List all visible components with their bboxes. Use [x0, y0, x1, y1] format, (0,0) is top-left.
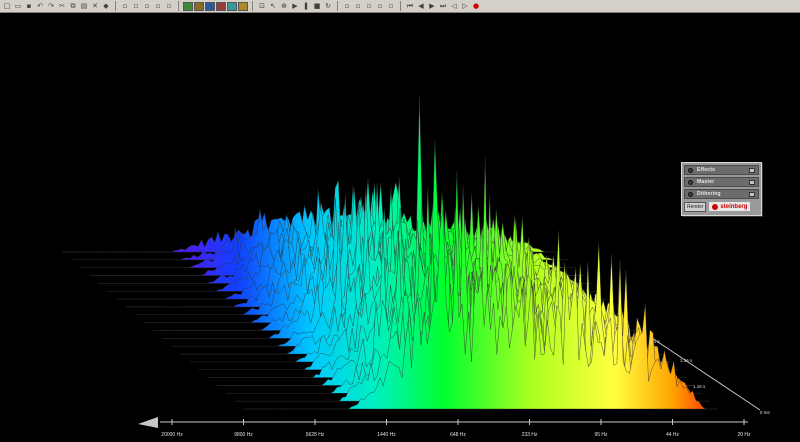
rewind-icon[interactable]: ◀ — [416, 2, 426, 11]
tool-4-icon[interactable]: ▫ — [375, 2, 385, 11]
dithering-knob-icon[interactable] — [749, 192, 755, 197]
frequency-tick-label: 20000 Hz — [161, 432, 183, 438]
dithering-led-icon[interactable] — [688, 191, 693, 197]
view-list-icon[interactable]: ▫ — [142, 2, 152, 11]
step-forward-icon[interactable]: ▷ — [460, 2, 470, 11]
time-tick-label: 1.16 s — [693, 384, 706, 389]
rewind-start-icon[interactable]: ⏮ — [405, 2, 415, 11]
steinberg-logo-icon — [712, 203, 719, 210]
save-icon[interactable]: ▪ — [24, 2, 34, 11]
copy-icon[interactable]: ⧉ — [68, 2, 78, 11]
master-label: Master — [697, 179, 715, 185]
zoom-icon[interactable]: ⊕ — [279, 2, 289, 11]
color-view-5-icon[interactable] — [227, 1, 237, 11]
redo-icon[interactable]: ↷ — [46, 2, 56, 11]
snapshot-icon[interactable]: ⊡ — [257, 2, 267, 11]
view-waveform-icon[interactable]: ▫ — [120, 2, 130, 11]
effects-row[interactable]: Effects — [684, 165, 759, 175]
spectrum-3d-plot: 20000 Hz 9800 Hz 5628 Hz 1440 Hz 648 Hz 233 H… — [62, 96, 771, 438]
master-row[interactable]: Master — [684, 177, 759, 187]
view-grid-icon[interactable]: ▫ — [153, 2, 163, 11]
toolbar: □ ▭ ▪ ↶ ↷ ✂ ⧉ ▤ ✕ ◆ ▫ ▫ ▫ ▫ ▫ ⊡ ↖ ⊕ ▶ ❚ ■ ↻ ▫ ▫ ▫ ▫ ▫ ⏮ ◀ ▶ ⏭ ◁ ▷ ● — [0, 0, 800, 13]
view-split-icon[interactable]: ▫ — [131, 2, 141, 11]
frequency-tick-label: 20 Hz — [737, 432, 751, 438]
master-knob-icon[interactable] — [749, 180, 755, 185]
record-icon[interactable]: ● — [471, 2, 481, 11]
step-back-icon[interactable]: ◁ — [449, 2, 459, 11]
color-view-3-icon[interactable] — [205, 1, 215, 11]
axis-arrow-icon — [138, 417, 158, 428]
dithering-row[interactable]: Dithering — [684, 189, 759, 199]
time-tick-label: 2.1 s — [650, 339, 661, 344]
frequency-tick-label: 233 Hz — [522, 432, 538, 438]
loop-icon[interactable]: ↻ — [323, 2, 333, 11]
render-panel: Effects Master Dithering Render steinber… — [681, 162, 762, 216]
dithering-label: Dithering — [697, 191, 721, 197]
stop-icon[interactable]: ■ — [312, 2, 322, 11]
frequency-tick-label: 44 Hz — [666, 432, 680, 438]
effects-knob-icon[interactable] — [749, 168, 755, 173]
frequency-tick-label: 9800 Hz — [234, 432, 253, 438]
marker-icon[interactable]: ◆ — [101, 2, 111, 11]
tool-3-icon[interactable]: ▫ — [364, 2, 374, 11]
frequency-tick-label: 95 Hz — [594, 432, 608, 438]
color-view-4-icon[interactable] — [216, 1, 226, 11]
frequency-tick-label: 1440 Hz — [377, 432, 396, 438]
play-icon[interactable]: ▶ — [290, 2, 300, 11]
master-led-icon[interactable] — [688, 179, 693, 185]
effects-led-icon[interactable] — [688, 167, 693, 173]
effects-label: Effects — [697, 167, 716, 173]
paste-icon[interactable]: ▤ — [79, 2, 89, 11]
undo-icon[interactable]: ↶ — [35, 2, 45, 11]
tool-2-icon[interactable]: ▫ — [353, 2, 363, 11]
steinberg-logo: steinberg — [709, 202, 751, 211]
frequency-tick-label: 5628 Hz — [306, 432, 325, 438]
color-view-1-icon[interactable] — [183, 1, 193, 11]
frequency-tick-label: 648 Hz — [450, 432, 466, 438]
color-view-6-icon[interactable] — [238, 1, 248, 11]
pause-icon[interactable]: ❚ — [301, 2, 311, 11]
color-view-2-icon[interactable] — [194, 1, 204, 11]
new-icon[interactable]: □ — [2, 2, 12, 11]
render-button[interactable]: Render — [684, 201, 707, 212]
time-tick-label: 0 ms — [760, 410, 771, 415]
open-icon[interactable]: ▭ — [13, 2, 23, 11]
pointer-icon[interactable]: ↖ — [268, 2, 278, 11]
tool-1-icon[interactable]: ▫ — [342, 2, 352, 11]
cut-icon[interactable]: ✂ — [57, 2, 67, 11]
delete-icon[interactable]: ✕ — [90, 2, 100, 11]
fast-forward-icon[interactable]: ▶ — [427, 2, 437, 11]
view-detail-icon[interactable]: ▫ — [164, 2, 174, 11]
time-tick-label: 1.16 s — [680, 358, 693, 363]
steinberg-wordmark: steinberg — [720, 203, 748, 210]
tool-5-icon[interactable]: ▫ — [386, 2, 396, 11]
forward-end-icon[interactable]: ⏭ — [438, 2, 448, 11]
spectrum-surface — [62, 96, 718, 410]
